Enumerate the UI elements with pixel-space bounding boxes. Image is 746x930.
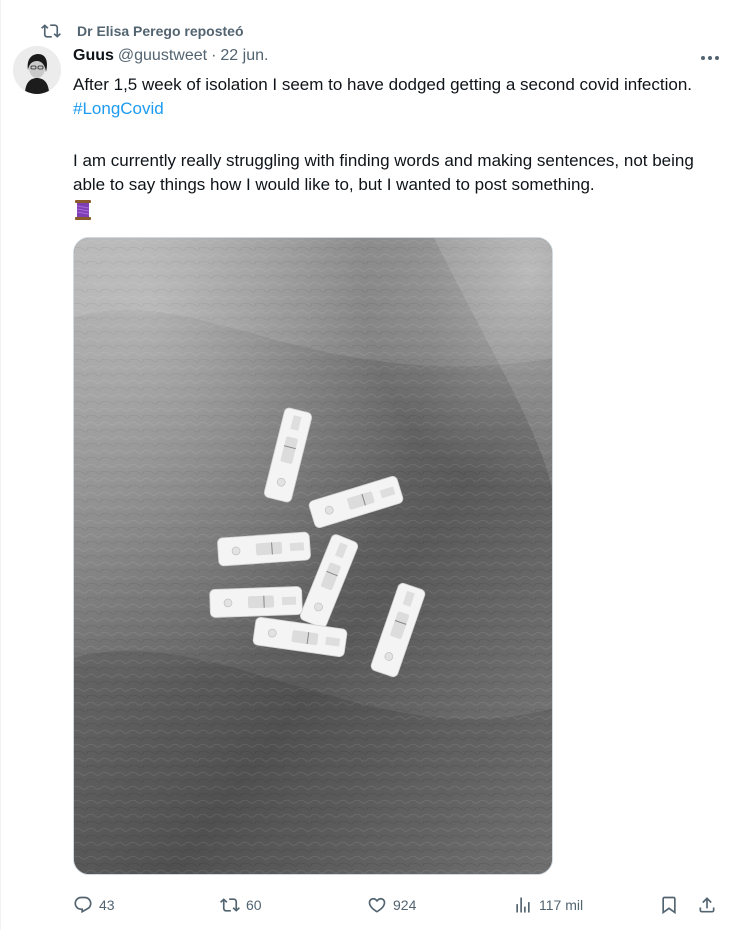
bookmark-icon bbox=[662, 896, 676, 915]
heart-icon bbox=[368, 897, 386, 913]
bookmark-button[interactable] bbox=[659, 890, 679, 920]
repost-button[interactable]: 60 bbox=[220, 890, 262, 920]
reply-button[interactable]: 43 bbox=[73, 890, 115, 920]
share-button[interactable] bbox=[697, 890, 717, 920]
tweet-header: Guus @guustweet · 22 jun. bbox=[73, 47, 268, 65]
retweet-icon bbox=[41, 24, 61, 38]
avatar-image bbox=[13, 46, 61, 94]
avatar[interactable] bbox=[13, 46, 61, 94]
reply-icon bbox=[74, 896, 92, 914]
retweet-icon bbox=[220, 898, 240, 912]
tweet-text: After 1,5 week of isolation I seem to ha… bbox=[73, 73, 713, 228]
views-icon bbox=[516, 897, 530, 913]
covid-tests-photo bbox=[74, 238, 552, 874]
more-icon bbox=[701, 56, 719, 60]
tweet-date[interactable]: 22 jun. bbox=[220, 47, 268, 65]
tweet-actions: 43 60 924 117 mil bbox=[73, 890, 725, 920]
author-handle[interactable]: @guustweet bbox=[118, 47, 207, 65]
hashtag-link[interactable]: #LongCovid bbox=[73, 99, 164, 118]
tweet-image[interactable] bbox=[73, 237, 553, 875]
more-options-button[interactable] bbox=[698, 48, 722, 68]
tweet-article[interactable]: Dr Elisa Perego reposteó Guus @guustweet… bbox=[0, 0, 746, 930]
repost-text: Dr Elisa Perego reposteó bbox=[77, 23, 244, 39]
author-name[interactable]: Guus bbox=[73, 47, 114, 65]
share-icon bbox=[699, 897, 715, 913]
like-button[interactable]: 924 bbox=[367, 890, 416, 920]
views-button[interactable]: 117 mil bbox=[513, 890, 583, 920]
tweet-text-line1: After 1,5 week of isolation I seem to ha… bbox=[73, 75, 692, 94]
separator: · bbox=[211, 47, 217, 64]
reply-count: 43 bbox=[99, 897, 115, 913]
views-count: 117 mil bbox=[539, 897, 584, 913]
repost-indicator[interactable]: Dr Elisa Perego reposteó bbox=[41, 20, 244, 42]
thread-emoji bbox=[73, 199, 93, 221]
repost-count: 60 bbox=[246, 897, 262, 913]
like-count: 924 bbox=[393, 897, 417, 913]
tweet-text-para2: I am currently really struggling with fi… bbox=[73, 151, 694, 194]
